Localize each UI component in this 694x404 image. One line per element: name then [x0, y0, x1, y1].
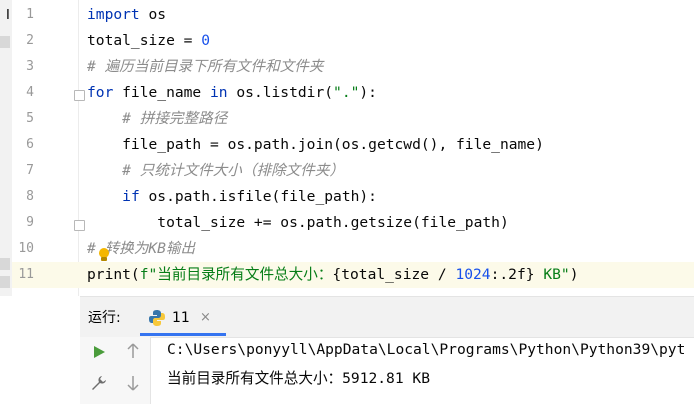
- lightbulb-icon[interactable]: [98, 248, 109, 261]
- code-token: for: [87, 84, 114, 101]
- close-icon[interactable]: ×: [200, 310, 211, 325]
- run-tab-label: 11: [172, 310, 190, 326]
- line-number[interactable]: 5: [12, 106, 34, 132]
- code-text[interactable]: if os.path.isfile(file_path):: [87, 184, 377, 210]
- code-token: ): [569, 266, 579, 283]
- line-number[interactable]: 3: [12, 54, 34, 80]
- code-token: f"当前目录所有文件总大小：: [139, 266, 333, 283]
- strip-mark: [0, 36, 10, 48]
- line-number[interactable]: 7: [12, 158, 34, 184]
- code-line[interactable]: 7 # 只统计文件大小（排除文件夹）: [12, 158, 694, 184]
- fold-marker-icon[interactable]: [74, 90, 85, 101]
- ide-strip-glyph: I: [6, 8, 10, 23]
- code-text[interactable]: total_size = 0: [87, 28, 210, 54]
- code-token: os: [139, 6, 167, 23]
- line-number[interactable]: 10: [12, 236, 34, 262]
- code-token: ".": [333, 84, 360, 101]
- code-token: total_size =: [87, 32, 202, 49]
- line-number[interactable]: 1: [12, 2, 34, 28]
- code-token: # 只统计文件大小（排除文件夹）: [122, 162, 345, 179]
- code-text[interactable]: total_size += os.path.getsize(file_path): [87, 210, 509, 236]
- run-toolbar: [80, 337, 151, 404]
- console-line-path: C:\Users\ponyyll\AppData\Local\Programs\…: [167, 341, 686, 358]
- code-text[interactable]: # 拼接完整路径: [87, 106, 227, 132]
- wrench-icon[interactable]: [88, 375, 110, 397]
- code-token: # 遍历当前目录下所有文件和文件夹: [87, 58, 324, 75]
- run-header: 运行: 11 ×: [80, 296, 694, 338]
- line-number[interactable]: 9: [12, 210, 34, 236]
- console-line-output: 当前目录所有文件总大小：5912.81 KB: [167, 370, 430, 387]
- code-line[interactable]: 5 # 拼接完整路径: [12, 106, 694, 132]
- code-token: {total_size /: [332, 266, 456, 283]
- console-output[interactable]: C:\Users\ponyyll\AppData\Local\Programs\…: [164, 337, 694, 404]
- run-tool-window: 运行: 11 × C:\Users\ponyyll\AppData\Local\…: [0, 296, 694, 404]
- strip-mark: [0, 276, 10, 288]
- code-token: 1024: [455, 266, 491, 283]
- code-text[interactable]: print(f"当前目录所有文件总大小：{total_size / 1024:.…: [87, 262, 578, 288]
- strip-mark: [0, 258, 10, 270]
- code-line[interactable]: 1 import os: [12, 2, 694, 28]
- code-token: os.path.isfile(file_path):: [139, 188, 377, 205]
- code-token: print(: [87, 266, 140, 283]
- code-token: KB": [534, 266, 570, 283]
- line-number[interactable]: 11: [12, 262, 34, 288]
- code-editor[interactable]: 1 import os 2 total_size = 0 3 # 遍历当前目录下所有文件和…: [12, 0, 694, 296]
- arrow-up-icon[interactable]: [122, 343, 144, 365]
- code-line[interactable]: 6 file_path = os.path.join(os.getcwd(), …: [12, 132, 694, 158]
- code-token: ):: [359, 84, 377, 101]
- code-line[interactable]: 3 # 遍历当前目录下所有文件和文件夹: [12, 54, 694, 80]
- line-number[interactable]: 8: [12, 184, 34, 210]
- code-text[interactable]: # 只统计文件大小（排除文件夹）: [87, 158, 344, 184]
- code-text[interactable]: import os: [87, 2, 166, 28]
- run-title: 运行:: [88, 310, 121, 326]
- code-text[interactable]: file_path = os.path.join(os.getcwd(), fi…: [87, 132, 544, 158]
- code-line[interactable]: 4 for file_name in os.listdir("."):: [12, 80, 694, 106]
- code-line[interactable]: 11 print(f"当前目录所有文件总大小：{total_size / 1024…: [12, 262, 694, 288]
- code-token: os.listdir(: [227, 84, 334, 101]
- run-icon[interactable]: [88, 343, 110, 365]
- code-line[interactable]: 9 total_size += os.path.getsize(file_pat…: [12, 210, 694, 236]
- python-icon: [149, 310, 165, 326]
- code-token: # 拼接完整路径: [122, 110, 228, 127]
- code-token: in: [210, 84, 228, 101]
- code-token: import: [87, 6, 140, 23]
- run-tab[interactable]: 11 ×: [140, 303, 226, 336]
- code-text[interactable]: for file_name in os.listdir("."):: [87, 80, 377, 106]
- code-token: 0: [201, 32, 211, 49]
- line-number[interactable]: 6: [12, 132, 34, 158]
- line-number[interactable]: 4: [12, 80, 34, 106]
- line-number[interactable]: 2: [12, 28, 34, 54]
- code-text[interactable]: # 遍历当前目录下所有文件和文件夹: [87, 54, 323, 80]
- code-line[interactable]: 10 # 转换为KB输出: [12, 236, 694, 262]
- code-token: :.2f}: [490, 266, 535, 283]
- arrow-down-icon[interactable]: [122, 375, 144, 397]
- code-token: total_size += os.path.getsize(file_path): [87, 214, 509, 231]
- code-line[interactable]: 2 total_size = 0: [12, 28, 694, 54]
- code-token: file_path = os.path.join(os.getcwd(), fi…: [87, 136, 544, 153]
- code-line[interactable]: 8 if os.path.isfile(file_path):: [12, 184, 694, 210]
- code-token: file_name: [113, 84, 211, 101]
- fold-marker-icon[interactable]: [74, 220, 85, 231]
- code-token: if: [122, 188, 140, 205]
